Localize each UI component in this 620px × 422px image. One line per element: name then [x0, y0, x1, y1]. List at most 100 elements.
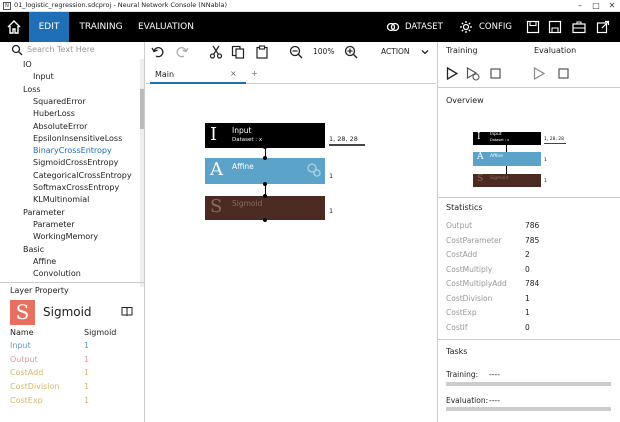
property-value[interactable]: 1 — [84, 353, 89, 366]
tree-item[interactable]: Convolution — [33, 268, 81, 280]
tab-main[interactable]: Main × — [150, 66, 246, 84]
statistic-value: 786 — [525, 221, 540, 230]
stop-training-icon[interactable] — [490, 68, 501, 79]
config-button[interactable]: CONFIG — [479, 12, 512, 42]
overview-affine-letter: A — [477, 152, 484, 162]
export-icon[interactable] — [596, 20, 610, 34]
layer-tree: IO Input Loss SquaredError HuberLoss Absolute… — [0, 59, 140, 287]
briefcase-icon[interactable] — [572, 20, 586, 34]
tree-item[interactable]: AbsoluteError — [33, 121, 87, 133]
scrollbar-thumb[interactable] — [140, 89, 144, 129]
layer-sigmoid[interactable]: S Sigmoid — [205, 196, 325, 220]
maximize-button[interactable]: □ — [589, 1, 603, 10]
search-bar[interactable]: Search Text Here — [0, 42, 145, 58]
tree-item[interactable]: SigmoidCrossEntropy — [33, 157, 118, 169]
statistic-name: CostExp — [446, 308, 477, 317]
statistic-value: 0 — [525, 264, 530, 274]
overview-layer-affine: A Affine — [473, 152, 541, 166]
tree-item[interactable]: Affine — [33, 256, 56, 268]
layer-affine-letter: A — [210, 159, 223, 180]
tree-item[interactable]: KLMultinomial — [33, 194, 89, 206]
statistic-value: 784 — [525, 279, 540, 288]
tree-item[interactable]: SoftmaxCrossEntropy — [33, 182, 119, 194]
tree-item[interactable]: Basic — [23, 244, 44, 256]
layer-affine-dims: 1 — [329, 172, 334, 180]
tree-item[interactable]: SquaredError — [33, 96, 86, 108]
layer-affine-name: Affine — [232, 162, 254, 171]
tree-item[interactable]: Parameter — [33, 219, 75, 231]
overview-connector — [506, 145, 507, 152]
dataset-icon[interactable] — [386, 20, 400, 34]
stop-evaluation-icon[interactable] — [558, 68, 569, 79]
tree-item[interactable]: Input — [33, 71, 54, 83]
property-value[interactable]: 1 — [84, 339, 89, 352]
network-canvas[interactable]: I Input Dataset : x 1, 28, 28 A Affine 1… — [146, 85, 436, 422]
task-evaluation-label: Evaluation: — [446, 396, 489, 405]
statistic-value: 785 — [525, 235, 540, 245]
save-icon[interactable] — [526, 20, 540, 34]
tree-item[interactable]: HuberLoss — [33, 108, 75, 120]
property-name: CostDivision — [10, 382, 60, 392]
layer-input-dataset: Dataset : x — [232, 137, 263, 143]
statistic-value: 2 — [525, 250, 530, 259]
tab-evaluation[interactable]: EVALUATION — [130, 12, 202, 42]
evaluation-label: Evaluation — [534, 46, 577, 55]
tab-training[interactable]: TRAINING — [72, 12, 130, 42]
action-dropdown[interactable]: ACTION — [381, 47, 410, 56]
play-training-icon[interactable] — [446, 66, 459, 81]
chevron-down-icon[interactable] — [420, 47, 430, 57]
dataset-button[interactable]: DATASET — [405, 12, 443, 42]
cut-icon[interactable] — [209, 45, 223, 59]
tab-edit[interactable]: EDIT — [29, 12, 69, 42]
undo-icon[interactable] — [151, 45, 165, 59]
layer-property-panel: Layer Property S Sigmoid Name Sigmoid In… — [0, 282, 145, 422]
search-input[interactable]: Search Text Here — [27, 45, 95, 54]
tree-item[interactable]: IO — [23, 59, 32, 71]
tree-item[interactable]: Loss — [23, 84, 41, 96]
overview-sigmoid-dims: 1 — [544, 179, 547, 184]
layer-type-badge: S — [10, 300, 35, 325]
property-name: CostAdd — [10, 368, 44, 378]
home-icon[interactable] — [6, 19, 22, 35]
window-title: 01_logistic_regression.sdcproj - Neural … — [14, 1, 228, 9]
evaluation-progress-bar — [446, 407, 611, 411]
statistic-name: CostMultiply — [446, 264, 493, 274]
overview-sigmoid-letter: S — [477, 174, 484, 184]
tasks-label: Tasks — [446, 347, 468, 356]
tree-item[interactable]: CategoricalCrossEntropy — [33, 170, 132, 182]
tree-scrollbar[interactable] — [140, 59, 144, 287]
statistic-name: CostIf — [446, 322, 468, 332]
overview-label: Overview — [446, 96, 484, 105]
minimize-button[interactable]: – — [573, 1, 587, 10]
tree-item[interactable]: BinaryCrossEntropy — [33, 145, 112, 157]
tree-item[interactable]: EpsilonInsensitiveLoss — [33, 133, 122, 145]
overview-sigmoid-name: Sigmoid — [490, 176, 509, 181]
affine-gear-icon — [306, 162, 322, 178]
layer-affine[interactable]: A Affine — [205, 158, 325, 184]
add-tab-button[interactable]: + — [251, 69, 258, 78]
zoom-in-icon[interactable] — [344, 45, 358, 59]
paste-icon[interactable] — [255, 45, 269, 59]
save-as-icon[interactable] — [548, 20, 562, 34]
property-value[interactable]: 1 — [84, 380, 89, 393]
property-value[interactable]: 1 — [84, 366, 89, 379]
overview-connector — [506, 166, 507, 174]
statistic-name: CostAdd — [446, 250, 478, 259]
tree-item[interactable]: WorkingMemory — [33, 231, 98, 243]
layer-sigmoid-letter: S — [210, 196, 223, 217]
copy-icon[interactable] — [231, 45, 245, 59]
dims-bar — [329, 144, 365, 146]
statistic-name: CostMultiplyAdd — [446, 279, 507, 288]
gear-icon[interactable] — [459, 20, 473, 34]
close-window-button[interactable]: ✕ — [605, 1, 619, 10]
close-tab-icon[interactable]: × — [230, 69, 237, 78]
play-profile-icon[interactable] — [466, 66, 480, 81]
zoom-out-icon[interactable] — [289, 45, 303, 59]
property-value[interactable]: 1 — [84, 394, 89, 407]
layer-input-letter: I — [210, 124, 218, 145]
property-name: Input — [10, 341, 31, 350]
book-icon[interactable] — [121, 306, 133, 317]
play-evaluation-icon[interactable] — [533, 66, 546, 81]
redo-icon[interactable] — [175, 45, 189, 59]
tree-item[interactable]: Parameter — [23, 207, 65, 219]
